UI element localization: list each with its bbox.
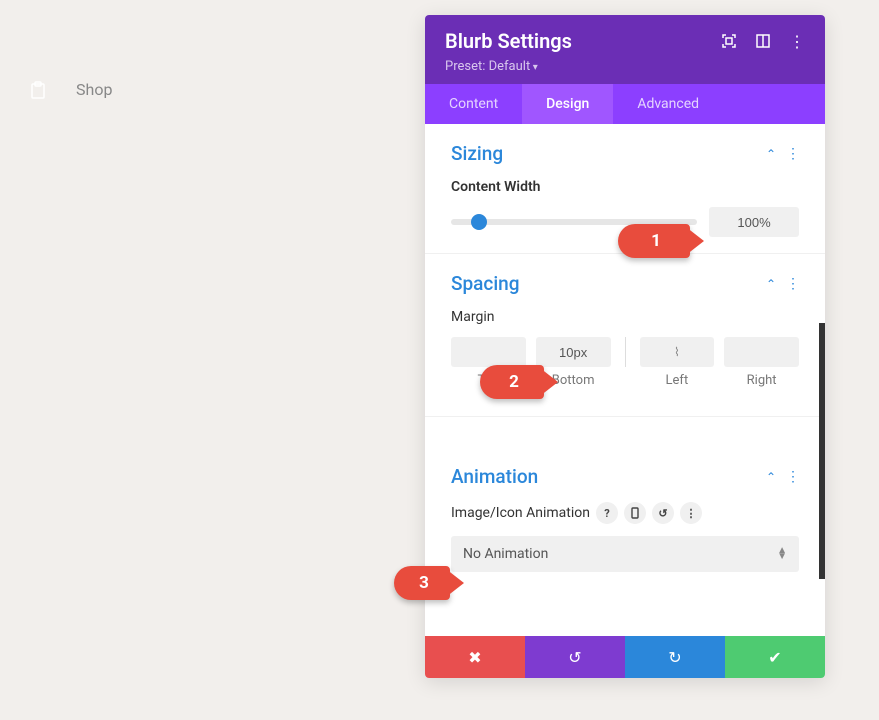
panel-footer: ✖ ↺ ↻ ✔ [425,636,825,678]
animation-select[interactable]: No Animation ▲▼ [451,536,799,572]
tab-design[interactable]: Design [522,84,613,124]
confirm-button[interactable]: ✔ [725,636,825,678]
clipboard-icon [30,82,46,98]
tab-bar: Content Design Advanced [425,84,825,124]
help-icon[interactable]: ? [596,502,618,524]
callout-2: 2 [480,365,544,399]
section-menu-icon[interactable]: ⋮ [786,276,799,292]
mobile-icon[interactable] [624,502,646,524]
sizing-title: Sizing [451,142,503,165]
blurb-settings-panel: Blurb Settings ⋮ Preset: Default Content… [425,15,825,678]
margin-label: Margin [451,309,799,325]
reset-icon[interactable]: ↺ [652,502,674,524]
shop-label: Shop [76,80,112,99]
expand-icon[interactable] [721,33,737,49]
callout-3: 3 [394,566,450,600]
scrollbar[interactable] [819,323,825,579]
undo-button[interactable]: ↺ [525,636,625,678]
preset-dropdown[interactable]: Preset: Default [445,59,805,74]
kebab-menu-icon[interactable]: ⋮ [789,33,805,49]
slider-thumb[interactable] [471,214,487,230]
collapse-icon[interactable]: ⌃ [766,470,776,484]
margin-right-label: Right [747,373,777,388]
callout-1: 1 [618,224,690,258]
tab-content[interactable]: Content [425,84,522,124]
margin-top-input[interactable] [451,337,526,367]
collapse-icon[interactable]: ⌃ [766,277,776,291]
content-width-input[interactable] [709,207,799,237]
section-menu-icon[interactable]: ⋮ [786,469,799,485]
panel-title: Blurb Settings [445,29,572,53]
divider [625,337,626,367]
section-animation: Animation ⌃ ⋮ Image/Icon Animation ? ↺ ⋮… [425,447,825,588]
columns-icon[interactable] [755,33,771,49]
content-width-label: Content Width [451,179,799,195]
select-arrows-icon: ▲▼ [777,548,787,560]
animation-selected: No Animation [463,546,548,562]
redo-button[interactable]: ↻ [625,636,725,678]
margin-bottom-input[interactable] [536,337,611,367]
margin-left-input[interactable] [640,337,715,367]
cancel-button[interactable]: ✖ [425,636,525,678]
panel-header: Blurb Settings ⋮ Preset: Default [425,15,825,84]
margin-bottom-label: Bottom [552,373,595,388]
margin-right-input[interactable] [724,337,799,367]
collapse-icon[interactable]: ⌃ [766,147,776,161]
margin-left-label: Left [666,373,689,388]
section-menu-icon[interactable]: ⋮ [786,146,799,162]
options-icon[interactable]: ⋮ [680,502,702,524]
tab-advanced[interactable]: Advanced [613,84,723,124]
animation-title: Animation [451,465,538,488]
animation-field-label: Image/Icon Animation [451,505,590,521]
spacing-title: Spacing [451,272,520,295]
